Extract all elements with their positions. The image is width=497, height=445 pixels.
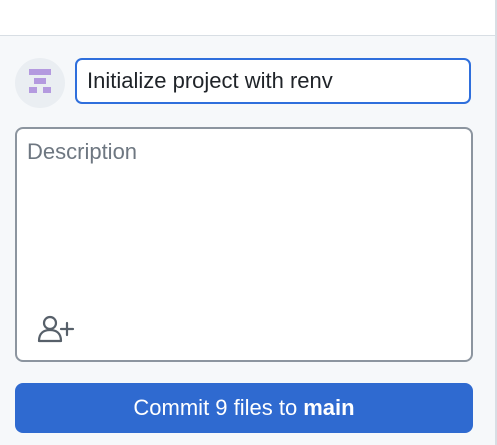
commit-summary-input[interactable] xyxy=(75,58,471,104)
commit-branch-name: main xyxy=(303,395,355,420)
avatar xyxy=(15,58,65,108)
add-coauthor-button[interactable] xyxy=(35,312,79,346)
changes-list-area xyxy=(0,0,495,36)
commit-description-input[interactable] xyxy=(27,139,457,299)
add-coauthor-icon xyxy=(37,315,75,343)
commit-button[interactable]: Commit 9 files to main xyxy=(15,383,473,433)
identicon-avatar-icon xyxy=(29,69,51,93)
commit-description-box xyxy=(15,127,473,362)
commit-button-label: Commit 9 files to xyxy=(133,395,298,420)
